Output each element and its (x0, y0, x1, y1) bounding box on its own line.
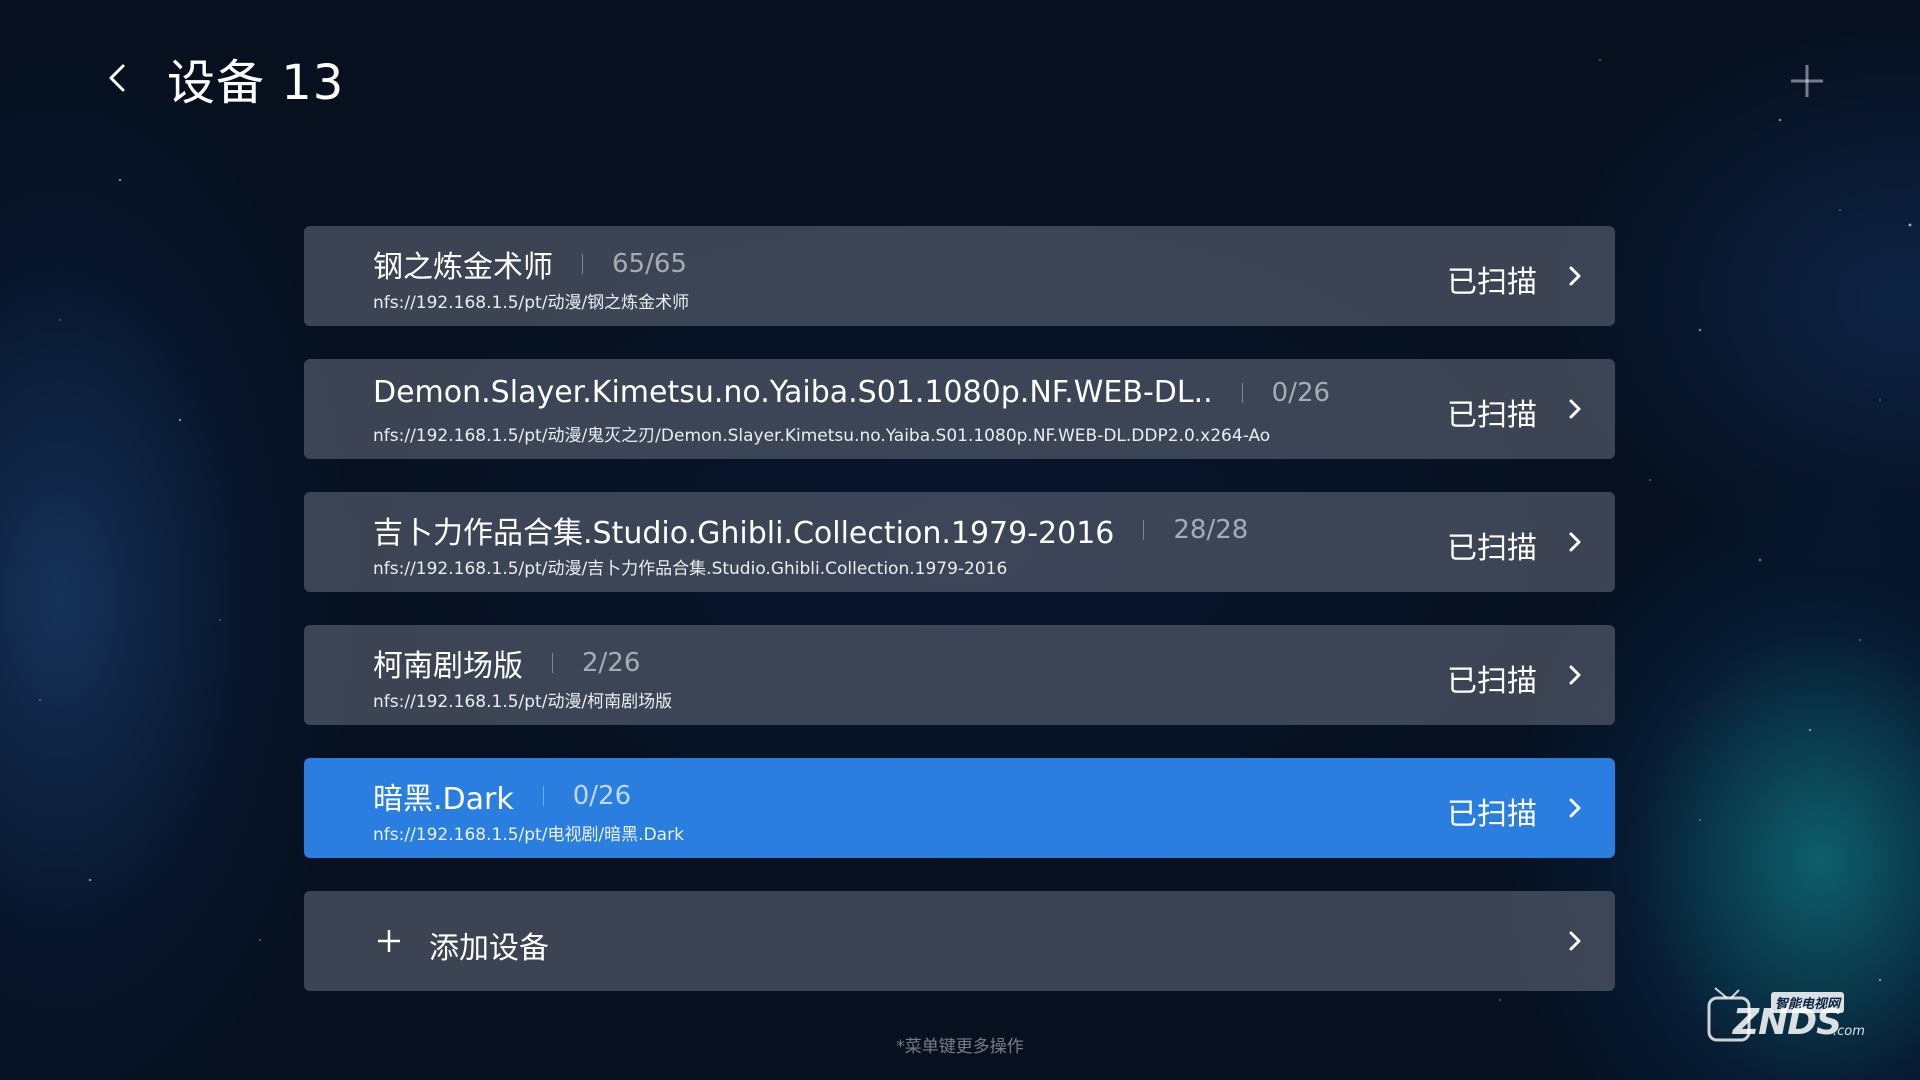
znds-watermark-logo: 智能电视网 ZNDS .com (1705, 982, 1875, 1050)
add-device-label: 添加设备 (429, 931, 549, 966)
header: 设备 13 (100, 42, 344, 114)
device-name: 柯南剧场版 (373, 649, 523, 684)
chevron-right-icon (1561, 262, 1589, 290)
device-row[interactable]: 钢之炼金术师 65/65 nfs://192.168.1.5/pt/动漫/钢之炼… (304, 226, 1615, 326)
watermark-brand: ZNDS (1733, 1002, 1842, 1043)
device-row[interactable]: 吉卜力作品合集.Studio.Ghibli.Collection.1979-20… (304, 492, 1615, 592)
device-row[interactable]: Demon.Slayer.Kimetsu.no.Yaiba.S01.1080p.… (304, 359, 1615, 459)
divider (582, 254, 583, 274)
device-list: 钢之炼金术师 65/65 nfs://192.168.1.5/pt/动漫/钢之炼… (304, 226, 1615, 1024)
scan-status: 已扫描 (1447, 265, 1537, 300)
page-title: 设备 13 (167, 55, 345, 111)
device-path: nfs://192.168.1.5/pt/电视剧/暗黑.Dark (373, 825, 684, 845)
device-name: Demon.Slayer.Kimetsu.no.Yaiba.S01.1080p.… (373, 375, 1213, 410)
device-name: 暗黑.Dark (373, 782, 514, 817)
divider (542, 786, 544, 806)
device-row-selected[interactable]: 暗黑.Dark 0/26 nfs://192.168.1.5/pt/电视剧/暗黑… (304, 758, 1615, 858)
chevron-right-icon (1561, 528, 1589, 556)
divider (1143, 520, 1145, 540)
plus-icon (373, 925, 405, 957)
chevron-right-icon (1561, 661, 1589, 689)
episode-count: 2/26 (582, 648, 641, 678)
device-name: 钢之炼金术师 (373, 250, 553, 285)
chevron-right-icon (1561, 794, 1589, 822)
scan-status: 已扫描 (1447, 664, 1537, 699)
device-row[interactable]: 柯南剧场版 2/26 nfs://192.168.1.5/pt/动漫/柯南剧场版… (304, 625, 1615, 725)
device-name: 吉卜力作品合集.Studio.Ghibli.Collection.1979-20… (373, 516, 1115, 551)
episode-count: 0/26 (1271, 377, 1331, 408)
divider (1241, 382, 1243, 403)
device-path: nfs://192.168.1.5/pt/动漫/吉卜力作品合集.Studio.G… (373, 559, 1008, 579)
divider (552, 653, 553, 673)
plus-icon[interactable] (1788, 62, 1826, 100)
device-path: nfs://192.168.1.5/pt/动漫/钢之炼金术师 (373, 293, 690, 313)
chevron-left-icon[interactable] (100, 60, 136, 96)
episode-count: 28/28 (1173, 515, 1249, 545)
episode-count: 65/65 (612, 249, 687, 279)
device-path: nfs://192.168.1.5/pt/动漫/鬼灭之刃/Demon.Slaye… (373, 426, 1271, 446)
chevron-right-icon (1561, 927, 1589, 955)
device-path: nfs://192.168.1.5/pt/动漫/柯南剧场版 (373, 692, 673, 712)
episode-count: 0/26 (572, 781, 632, 811)
watermark-suffix: .com (1833, 1024, 1865, 1039)
scan-status: 已扫描 (1447, 531, 1537, 566)
scan-status: 已扫描 (1447, 398, 1537, 433)
scan-status: 已扫描 (1447, 797, 1537, 832)
chevron-right-icon (1561, 395, 1589, 423)
add-device-button[interactable]: 添加设备 (304, 891, 1615, 991)
menu-hint: *菜单键更多操作 (896, 1037, 1024, 1057)
